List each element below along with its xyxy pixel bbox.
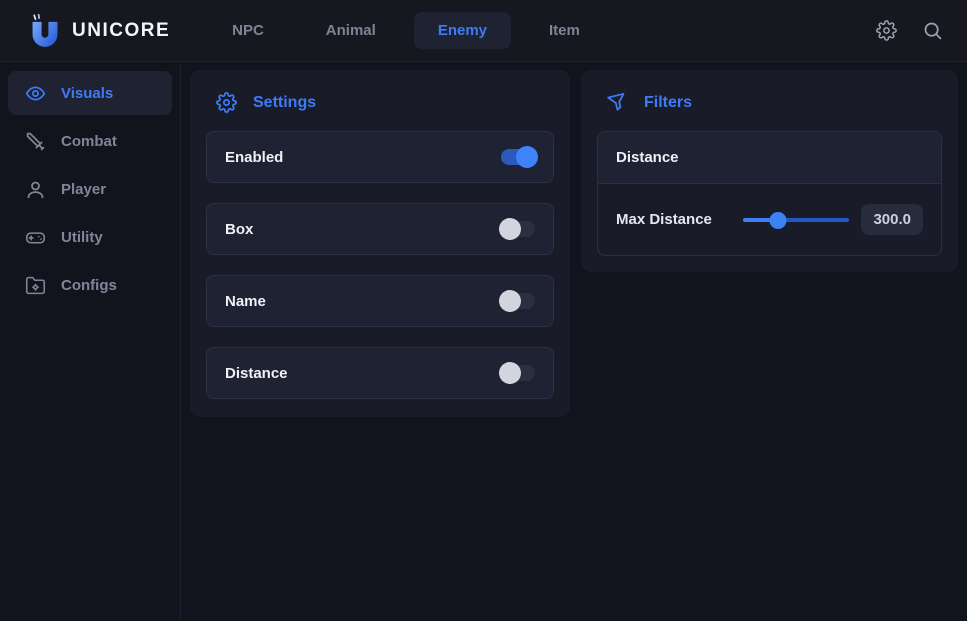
sidebar-item-label: Utility xyxy=(61,229,103,246)
toggle-name[interactable] xyxy=(501,293,535,309)
sidebar-item-label: Configs xyxy=(61,277,117,294)
toggle-thumb xyxy=(516,146,538,168)
sidebar-item-combat[interactable]: Combat xyxy=(8,119,172,163)
max-distance-slider[interactable] xyxy=(743,212,849,228)
sidebar-item-player[interactable]: Player xyxy=(8,167,172,211)
main-content: Settings Enabled Box Name Distance Filte… xyxy=(182,63,967,621)
tab-enemy[interactable]: Enemy xyxy=(414,12,511,49)
topbar-actions xyxy=(875,20,943,42)
unicore-u-logo-icon xyxy=(30,14,60,48)
setting-row-name[interactable]: Name xyxy=(206,275,554,327)
brand-logo: UNICORE xyxy=(30,14,170,48)
slider-thumb[interactable] xyxy=(770,212,787,229)
filter-icon xyxy=(605,90,630,115)
settings-panel-header: Settings xyxy=(206,86,554,131)
gear-icon xyxy=(216,92,237,113)
gamepad-icon xyxy=(25,227,46,248)
sidebar-item-label: Combat xyxy=(61,133,117,150)
max-distance-value: 300.0 xyxy=(861,204,923,235)
setting-row-enabled[interactable]: Enabled xyxy=(206,131,554,183)
distance-filter-card: Distance Max Distance 300.0 xyxy=(597,131,942,256)
user-icon xyxy=(25,179,46,200)
sidebar-item-configs[interactable]: Configs xyxy=(8,263,172,307)
sidebar-item-utility[interactable]: Utility xyxy=(8,215,172,259)
settings-panel-title: Settings xyxy=(253,94,316,112)
tab-npc[interactable]: NPC xyxy=(208,12,288,49)
toggle-enabled[interactable] xyxy=(501,149,535,165)
setting-label: Enabled xyxy=(225,149,283,166)
setting-label: Name xyxy=(225,293,266,310)
search-icon[interactable] xyxy=(921,20,943,42)
sidebar-item-label: Visuals xyxy=(61,85,113,102)
setting-row-box[interactable]: Box xyxy=(206,203,554,255)
brand-name: UNICORE xyxy=(72,20,170,42)
tab-item[interactable]: Item xyxy=(525,12,604,49)
max-distance-label: Max Distance xyxy=(616,211,712,228)
sidebar: Visuals Combat Player Utility Configs xyxy=(0,63,181,621)
setting-label: Distance xyxy=(225,365,288,382)
toggle-thumb xyxy=(499,290,521,312)
filters-panel-title: Filters xyxy=(644,94,692,112)
sidebar-item-visuals[interactable]: Visuals xyxy=(8,71,172,115)
eye-icon xyxy=(25,83,46,104)
gear-icon[interactable] xyxy=(875,20,897,42)
toggle-thumb xyxy=(499,362,521,384)
toggle-distance[interactable] xyxy=(501,365,535,381)
tab-animal[interactable]: Animal xyxy=(302,12,400,49)
filters-panel-header: Filters xyxy=(597,86,942,131)
settings-panel: Settings Enabled Box Name Distance xyxy=(190,70,570,417)
toggle-box[interactable] xyxy=(501,221,535,237)
category-tabs: NPC Animal Enemy Item xyxy=(208,12,604,49)
filters-panel: Filters Distance Max Distance 300.0 xyxy=(581,70,958,272)
sword-icon xyxy=(25,131,46,152)
filter-card-title: Distance xyxy=(598,132,941,184)
top-bar: UNICORE NPC Animal Enemy Item xyxy=(0,0,967,62)
sidebar-item-label: Player xyxy=(61,181,106,198)
max-distance-row: Max Distance 300.0 xyxy=(598,184,941,255)
setting-label: Box xyxy=(225,221,253,238)
toggle-thumb xyxy=(499,218,521,240)
folder-gear-icon xyxy=(25,275,46,296)
setting-row-distance[interactable]: Distance xyxy=(206,347,554,399)
